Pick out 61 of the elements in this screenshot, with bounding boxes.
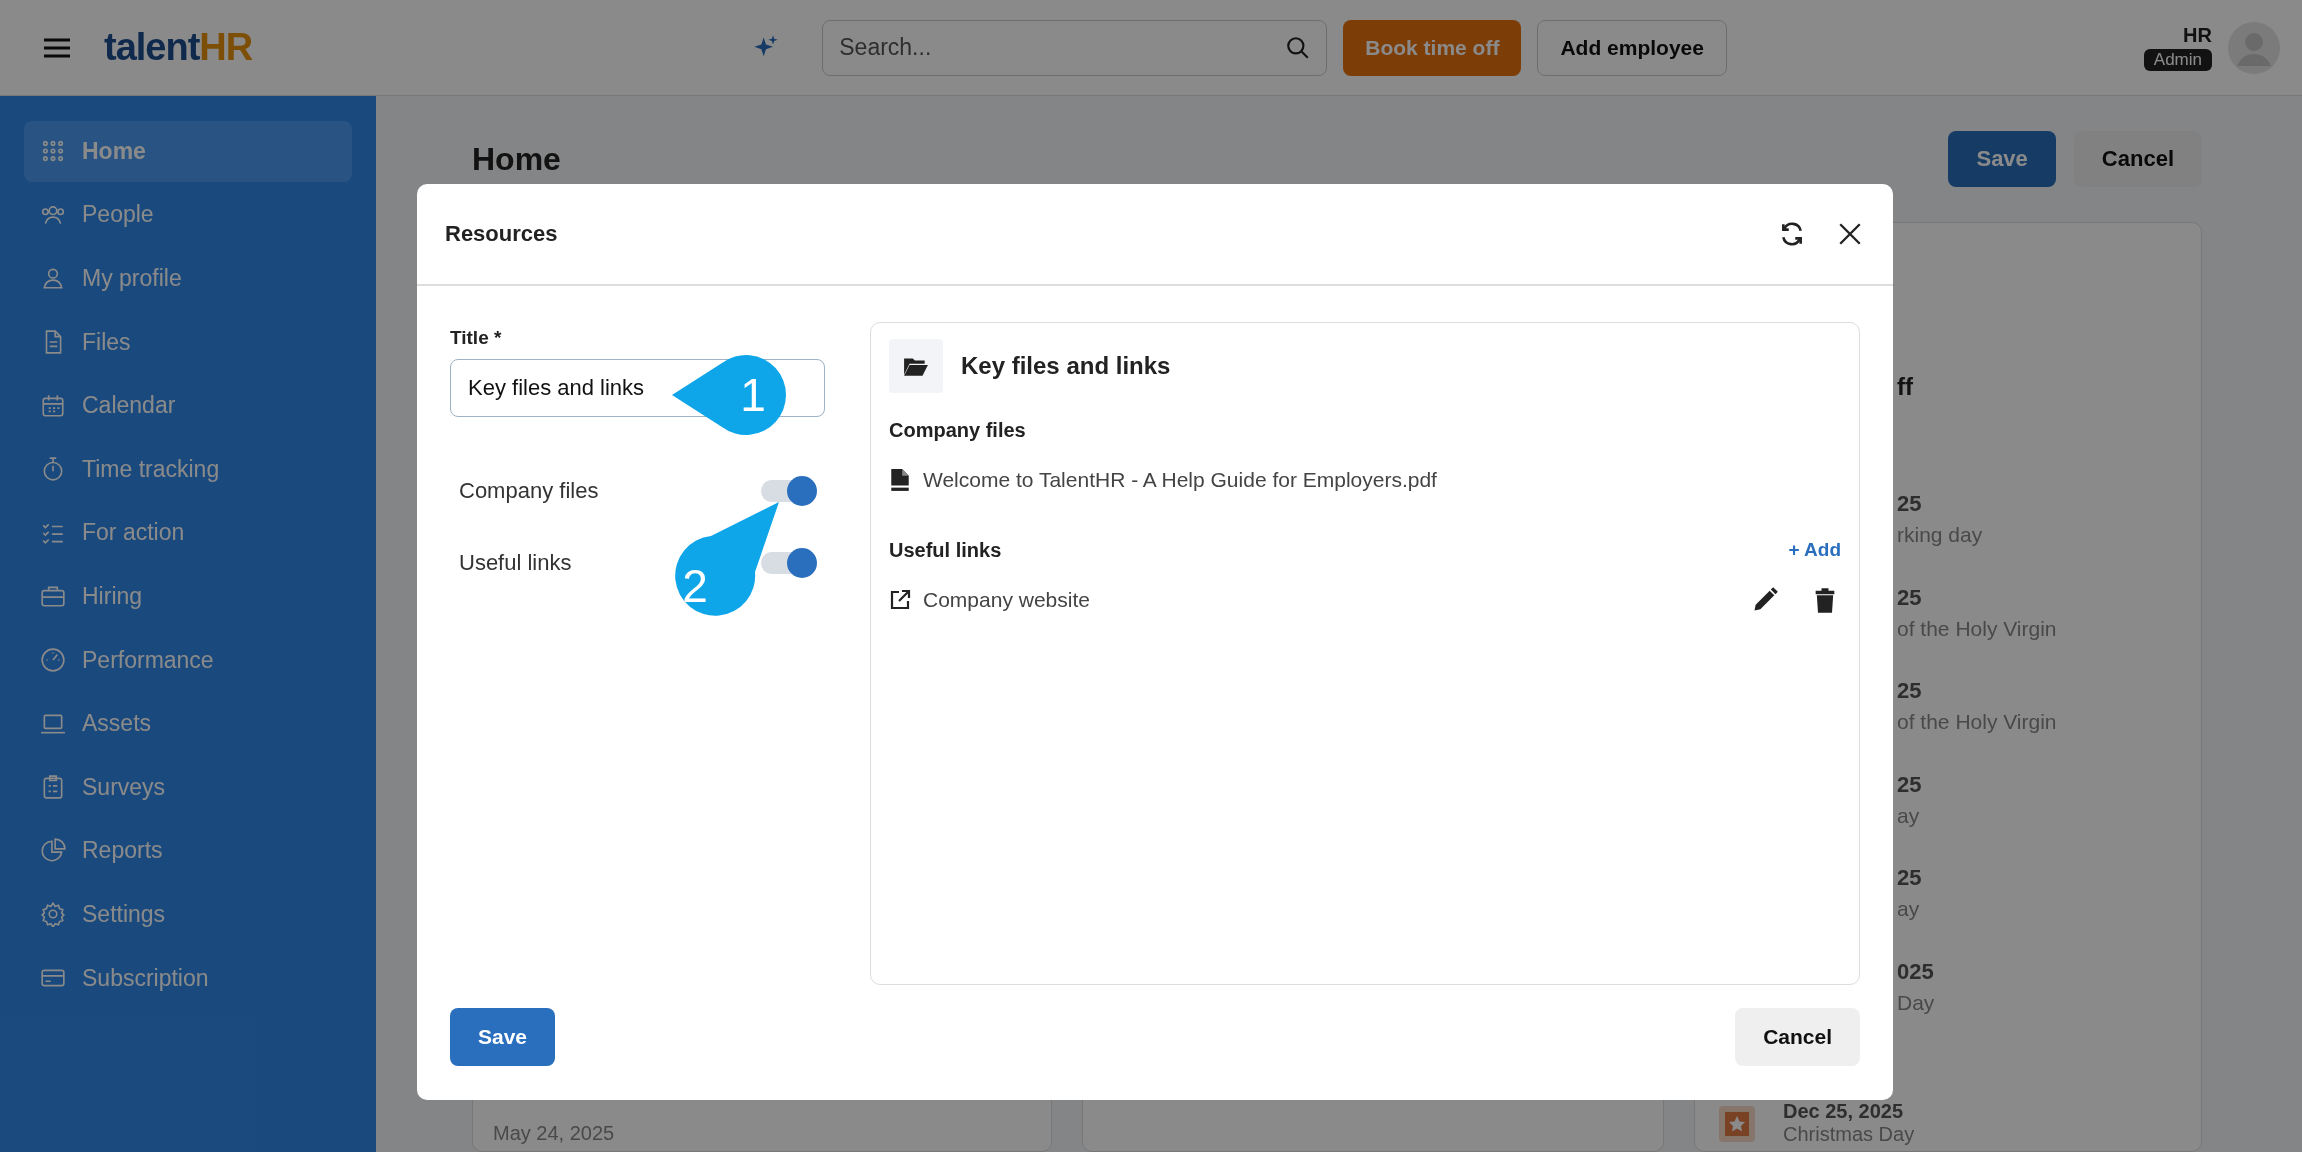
event-date: 25 (1897, 865, 1923, 891)
sidebar-item[interactable]: Files (24, 311, 352, 373)
page-title: Home (472, 140, 561, 178)
refresh-icon[interactable] (1779, 221, 1805, 247)
dialog-button[interactable]: Cancel (1735, 1008, 1860, 1066)
sidebar-item[interactable]: Performance (24, 629, 352, 691)
event-date: 25 (1897, 584, 1923, 611)
external-link-icon (889, 588, 911, 612)
event-name: Christmas Day (1783, 1123, 1915, 1146)
page-action-button[interactable]: Cancel (2073, 131, 2202, 187)
role-badge: Admin (2143, 49, 2212, 71)
pie-chart-icon (40, 837, 66, 864)
menu-icon[interactable] (44, 37, 70, 58)
section-heading: Useful links (889, 538, 1002, 562)
preview-title: Key files and links (961, 352, 1171, 380)
sidebar-item[interactable]: Reports (24, 820, 352, 882)
sidebar-item[interactable]: Settings (24, 884, 352, 945)
sidebar-item[interactable]: My profile (24, 248, 352, 309)
dialog-title: Resources (445, 221, 558, 247)
event-date: 25 (1897, 771, 1923, 798)
sidebar-item[interactable]: Subscription (24, 947, 352, 1009)
sidebar-item[interactable]: People (24, 184, 352, 246)
brand-logo: talentHR (104, 26, 253, 69)
event-name: Day (1897, 990, 1936, 1015)
event-date: 25 (1897, 491, 1923, 517)
sidebar-item[interactable]: Surveys (24, 756, 352, 818)
toolbar-button[interactable]: Book time off (1343, 19, 1522, 76)
section-heading: Company files (889, 418, 1026, 442)
file-name[interactable]: Welcome to TalentHR - A Help Guide for Employers.pdf (923, 468, 1437, 492)
folder-icon (903, 355, 929, 377)
field-label: Title * (450, 327, 503, 349)
page-action-button[interactable]: Save (1948, 131, 2056, 187)
card-heading: ff (1897, 373, 1914, 401)
close-icon[interactable] (1837, 221, 1863, 247)
toggle-label: Useful links (459, 550, 572, 576)
add-link[interactable]: + Add (1788, 539, 1841, 561)
event-name: of the Holy Virgin (1897, 710, 2058, 734)
event-date: 025 (1897, 958, 1935, 985)
toolbar-button[interactable]: Add employee (1537, 19, 1727, 76)
sidebar-item[interactable]: Time tracking (24, 438, 352, 500)
sidebar-item[interactable]: For action (24, 502, 352, 564)
dialog-button[interactable]: Save (450, 1008, 556, 1066)
event-name: ay (1897, 803, 1921, 828)
event-date: May 24, 2025 (493, 1122, 616, 1145)
toggle-label: Company files (459, 478, 599, 504)
settings-icon (40, 901, 66, 928)
calendar-icon (40, 392, 66, 419)
event-name: of the Holy Virgin (1897, 616, 2058, 641)
link-name[interactable]: Company website (923, 588, 1090, 612)
search-field[interactable]: Search... (822, 19, 1328, 76)
event-name: rking day (1897, 523, 1984, 547)
sidebar-item[interactable]: Assets (24, 693, 352, 754)
event-date: Dec 25, 2025 (1783, 1100, 1905, 1123)
gauge-icon (40, 647, 66, 674)
event-date: 25 (1897, 678, 1923, 704)
user-name: HR (2183, 24, 2212, 47)
event-name: ay (1897, 897, 1921, 921)
sidebar-item[interactable]: Calendar (24, 375, 352, 436)
pdf-file-icon (889, 468, 911, 492)
sidebar-item[interactable]: Home (24, 121, 352, 182)
sidebar-item[interactable]: Hiring (24, 566, 352, 627)
